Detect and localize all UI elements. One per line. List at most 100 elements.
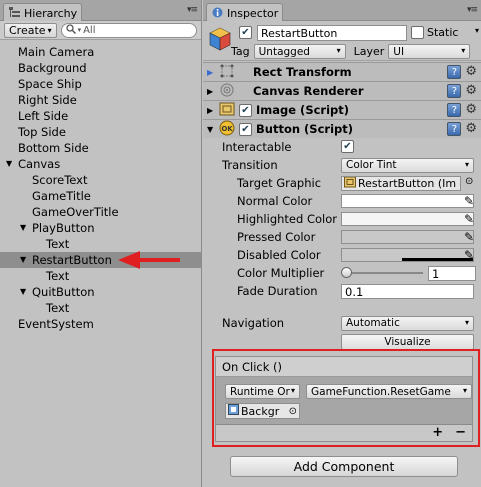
chevron-down-icon: ▾ bbox=[336, 46, 341, 55]
hierarchy-item[interactable]: ▼ PlayButton bbox=[0, 220, 201, 236]
help-icon[interactable]: ? bbox=[447, 84, 462, 98]
hierarchy-tabstrip: Hierarchy ▾≡ bbox=[0, 0, 201, 21]
interactable-label: Interactable bbox=[222, 140, 292, 154]
collapse-arrow-icon: ▼ bbox=[207, 124, 214, 134]
expand-arrow-icon[interactable]: ▼ bbox=[20, 284, 26, 300]
static-label: Static bbox=[427, 26, 459, 39]
visualize-button[interactable]: Visualize bbox=[341, 334, 474, 350]
gameobject-cube-icon bbox=[209, 27, 231, 54]
object-name-field[interactable]: RestartButton bbox=[257, 25, 407, 41]
normal-color-label: Normal Color bbox=[237, 194, 313, 208]
hierarchy-item-label: GameTitle bbox=[32, 189, 91, 203]
hierarchy-item[interactable]: GameTitle bbox=[0, 188, 201, 204]
hierarchy-item[interactable]: ▼ QuitButton bbox=[0, 284, 201, 300]
normal-color-swatch[interactable] bbox=[341, 194, 474, 208]
hierarchy-item[interactable]: Right Side bbox=[0, 92, 201, 108]
create-button[interactable]: Create ▾ bbox=[4, 22, 57, 38]
fade-duration-input[interactable]: 0.1 bbox=[341, 283, 474, 299]
hierarchy-item-label: Right Side bbox=[18, 93, 77, 107]
button-enabled-checkbox[interactable]: ✔ bbox=[239, 122, 252, 136]
layer-dropdown[interactable]: UI ▾ bbox=[388, 44, 471, 59]
layer-label: Layer bbox=[353, 45, 385, 58]
expand-arrow-icon: ▶ bbox=[207, 67, 214, 77]
button-script-header[interactable]: ▼ OK ✔ Button (Script) ? ⚙ bbox=[203, 119, 481, 138]
button-script-label: Button (Script) bbox=[256, 122, 353, 136]
transition-dropdown[interactable]: Color Tint ▾ bbox=[341, 157, 474, 173]
disabled-color-label: Disabled Color bbox=[237, 248, 321, 262]
disabled-color-swatch[interactable] bbox=[341, 248, 474, 262]
pressed-color-row: Pressed Color ✎ bbox=[203, 228, 481, 246]
canvas-renderer-header[interactable]: ▶ Canvas Renderer ? ⚙ bbox=[203, 81, 481, 100]
image-enabled-checkbox[interactable]: ✔ bbox=[239, 103, 252, 117]
static-toggle[interactable]: Static bbox=[411, 26, 458, 39]
help-icon[interactable]: ? bbox=[447, 122, 462, 136]
hierarchy-item[interactable]: Left Side bbox=[0, 108, 201, 124]
add-component-button[interactable]: Add Component bbox=[230, 456, 458, 477]
hierarchy-item[interactable]: EventSystem bbox=[0, 316, 201, 332]
hierarchy-item-label: RestartButton bbox=[32, 253, 112, 267]
pressed-color-swatch[interactable] bbox=[341, 230, 474, 244]
eyedropper-icon[interactable]: ✎ bbox=[464, 248, 474, 262]
hierarchy-item-label: Main Camera bbox=[18, 45, 95, 59]
canvas-renderer-label: Canvas Renderer bbox=[253, 84, 364, 98]
object-picker-icon[interactable]: ⊙ bbox=[465, 176, 473, 187]
navigation-dropdown[interactable]: Automatic ▾ bbox=[341, 315, 474, 331]
gear-icon[interactable]: ⚙ bbox=[465, 84, 477, 98]
hierarchy-item[interactable]: Space Ship bbox=[0, 76, 201, 92]
hierarchy-item[interactable]: Background bbox=[0, 60, 201, 76]
inspector-menu-icon[interactable]: ▾≡ bbox=[467, 5, 478, 15]
help-icon[interactable]: ? bbox=[447, 103, 462, 117]
hierarchy-item[interactable]: ScoreText bbox=[0, 172, 201, 188]
color-multiplier-row: Color Multiplier 1 bbox=[203, 264, 481, 282]
static-dropdown-icon[interactable]: ▾ bbox=[475, 26, 479, 35]
color-multiplier-input[interactable]: 1 bbox=[428, 265, 476, 281]
button-properties: Interactable ✔ Transition Color Tint ▾ Ta… bbox=[203, 138, 481, 300]
static-checkbox[interactable] bbox=[411, 26, 424, 39]
hierarchy-item-label: EventSystem bbox=[18, 317, 94, 331]
hierarchy-item-label: Canvas bbox=[18, 157, 61, 171]
hierarchy-item-label: GameOverTitle bbox=[32, 205, 119, 219]
hierarchy-item[interactable]: GameOverTitle bbox=[0, 204, 201, 220]
active-checkbox[interactable]: ✔ bbox=[239, 26, 252, 39]
eyedropper-icon[interactable]: ✎ bbox=[464, 230, 474, 244]
help-icon[interactable]: ? bbox=[447, 65, 462, 79]
eyedropper-icon[interactable]: ✎ bbox=[464, 212, 474, 226]
expand-arrow-icon: ▶ bbox=[207, 86, 214, 96]
object-header: ✔ RestartButton Static ▾ Tag Untagged ▾ L… bbox=[203, 21, 481, 61]
highlighted-color-row: Highlighted Color ✎ bbox=[203, 210, 481, 228]
inspector-tab[interactable]: Inspector bbox=[206, 3, 284, 21]
hierarchy-search-input[interactable]: ▾ All bbox=[60, 22, 197, 38]
hierarchy-menu-icon[interactable]: ▾≡ bbox=[187, 5, 198, 15]
target-graphic-field[interactable]: RestartButton (Im bbox=[341, 175, 461, 191]
highlighted-color-swatch[interactable] bbox=[341, 212, 474, 226]
svg-text:OK: OK bbox=[221, 125, 233, 133]
rect-transform-header[interactable]: ▶ Rect Transform ? ⚙ bbox=[203, 62, 481, 81]
slider-track bbox=[343, 272, 423, 274]
hierarchy-item[interactable]: Bottom Side bbox=[0, 140, 201, 156]
interactable-checkbox[interactable]: ✔ bbox=[341, 140, 354, 153]
chevron-down-icon: ▾ bbox=[464, 317, 469, 327]
target-graphic-value: RestartButton (Im bbox=[358, 176, 457, 190]
expand-arrow-icon[interactable]: ▼ bbox=[6, 156, 12, 172]
hierarchy-item-label: Text bbox=[46, 269, 70, 283]
hierarchy-panel: Hierarchy ▾≡ Create ▾ ▾ All Main Camera B… bbox=[0, 0, 202, 487]
gear-icon[interactable]: ⚙ bbox=[465, 65, 477, 79]
eyedropper-icon[interactable]: ✎ bbox=[464, 194, 474, 208]
hierarchy-item-label: Text bbox=[46, 237, 70, 251]
color-multiplier-slider[interactable] bbox=[341, 266, 425, 280]
hierarchy-toolbar: Create ▾ ▾ All bbox=[0, 21, 201, 40]
hierarchy-tab-label: Hierarchy bbox=[24, 7, 78, 20]
hierarchy-item[interactable]: Top Side bbox=[0, 124, 201, 140]
transition-row: Transition Color Tint ▾ bbox=[203, 156, 481, 174]
expand-arrow-icon[interactable]: ▼ bbox=[20, 220, 26, 236]
slider-knob[interactable] bbox=[341, 267, 352, 278]
hierarchy-tab[interactable]: Hierarchy bbox=[3, 3, 83, 21]
expand-arrow-icon[interactable]: ▼ bbox=[20, 252, 26, 268]
hierarchy-item[interactable]: Main Camera bbox=[0, 44, 201, 60]
image-script-header[interactable]: ▶ ✔ Image (Script) ? ⚙ bbox=[203, 100, 481, 119]
hierarchy-item[interactable]: Text bbox=[0, 300, 201, 316]
tag-dropdown[interactable]: Untagged ▾ bbox=[253, 44, 346, 59]
hierarchy-item[interactable]: ▼ Canvas bbox=[0, 156, 201, 172]
gear-icon[interactable]: ⚙ bbox=[465, 103, 477, 117]
gear-icon[interactable]: ⚙ bbox=[465, 122, 477, 136]
